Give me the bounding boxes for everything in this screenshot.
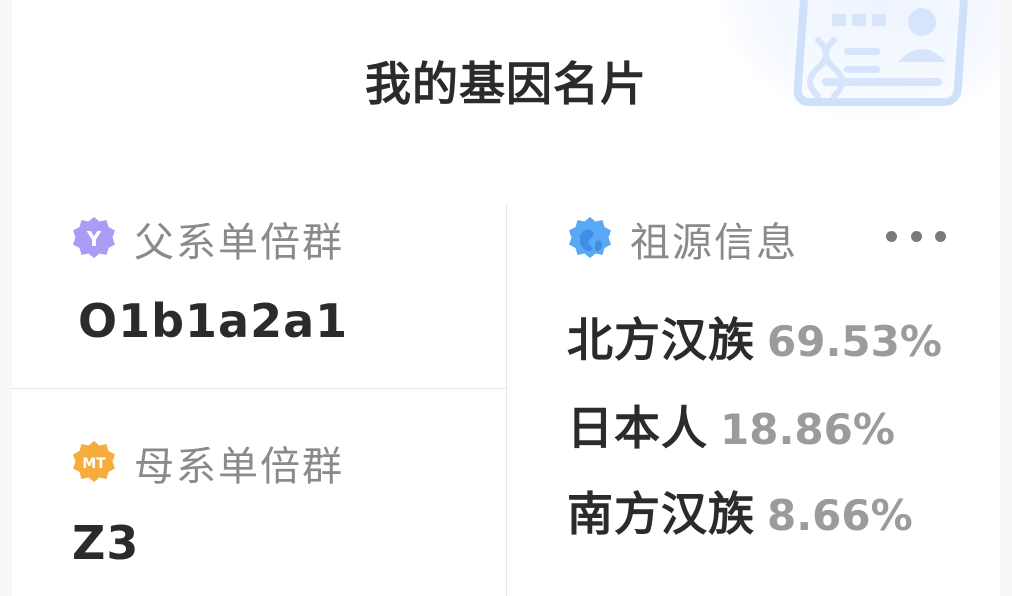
svg-text:MT: MT	[82, 456, 106, 472]
ancestry-percent: 18.86%	[720, 405, 895, 454]
ancestry-percent: 8.66%	[767, 491, 913, 540]
svg-text:Y: Y	[86, 227, 102, 251]
y-chromosome-badge-icon: Y	[73, 217, 115, 258]
maternal-haplogroup-header: MT 母系单倍群	[70, 434, 344, 492]
ancestry-item: 北方汉族 69.53%	[567, 304, 942, 370]
column-divider	[506, 204, 507, 596]
ancestry-name: 北方汉族	[567, 313, 755, 367]
ancestry-label: 祖源信息	[630, 220, 798, 266]
gene-card: 我的基因名片 Y 父系单倍群 O1b1a2a1 MT 母系单倍群 Z3 祖源信息…	[12, 0, 1000, 596]
card-title: 我的基因名片	[365, 57, 647, 111]
paternal-haplogroup-header: Y 父系单倍群	[70, 210, 344, 268]
mitochondrial-badge-icon: MT	[73, 441, 115, 482]
more-dots-icon[interactable]	[886, 226, 946, 246]
ancestry-name: 日本人	[567, 401, 708, 455]
paternal-haplogroup-value: O1b1a2a1	[78, 294, 349, 348]
row-divider	[12, 388, 506, 389]
ancestry-percent: 69.53%	[767, 317, 942, 366]
maternal-haplogroup-value: Z3	[72, 516, 140, 570]
ancestry-item: 南方汉族 8.66%	[567, 478, 913, 544]
paternal-haplogroup-label: 父系单倍群	[134, 220, 344, 266]
ancestry-name: 南方汉族	[567, 487, 755, 541]
ancestry-item: 日本人 18.86%	[567, 392, 895, 458]
globe-badge-icon	[569, 217, 611, 258]
ancestry-header: 祖源信息	[566, 210, 798, 268]
maternal-haplogroup-label: 母系单倍群	[134, 444, 344, 490]
